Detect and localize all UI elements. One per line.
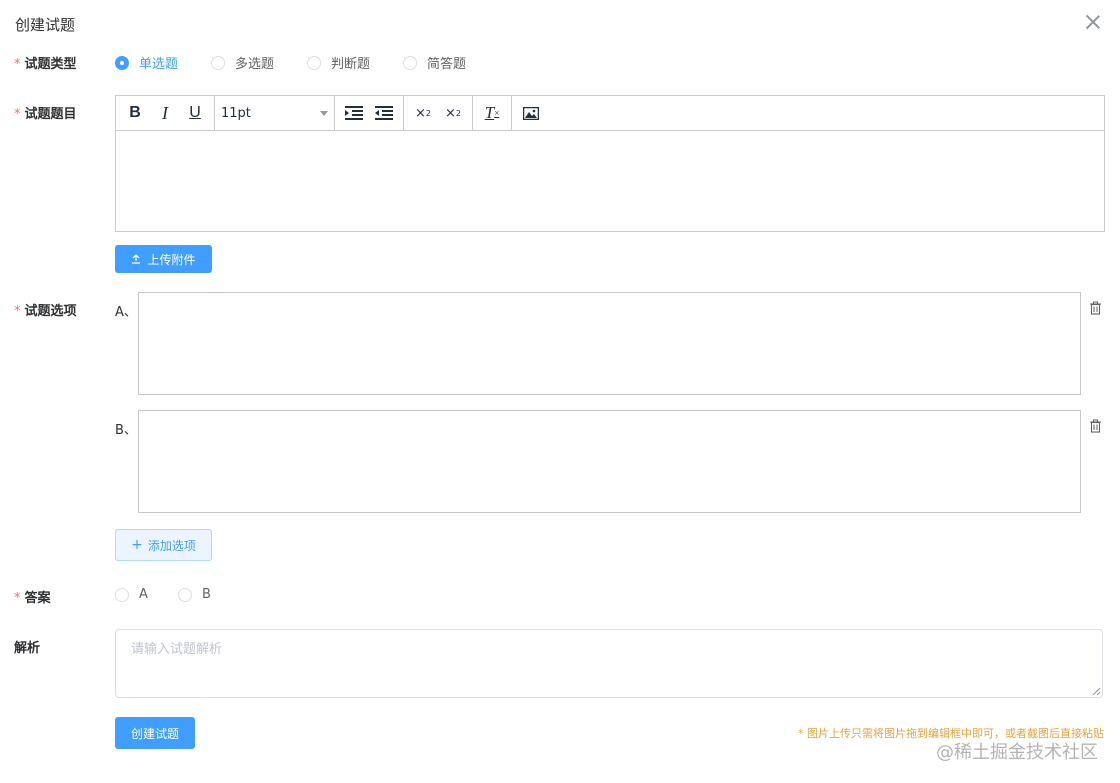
create-question-button[interactable]: 创建试题 — [115, 717, 195, 749]
radio-single-choice[interactable]: 单选题 — [115, 53, 178, 72]
option-a-editor[interactable] — [138, 292, 1081, 395]
radio-dot — [403, 55, 417, 70]
indent-icon[interactable] — [339, 98, 369, 128]
radio-dot — [307, 55, 321, 70]
upload-attachment-button[interactable]: 上传附件 — [115, 245, 212, 273]
answer-label: * 答案 — [14, 591, 51, 606]
upload-icon — [132, 254, 141, 264]
question-editor: B I U 11pt × 2 × 2 T × — [115, 95, 1105, 232]
question-type-label: * 试题类型 — [14, 57, 77, 72]
subscript-icon[interactable]: × 2 — [438, 98, 468, 128]
image-icon[interactable] — [516, 98, 546, 128]
answer-radio-a[interactable]: A — [115, 587, 148, 602]
radio-short-answer[interactable]: 简答题 — [403, 53, 466, 72]
editor-content-area[interactable] — [116, 131, 1104, 231]
font-size-select[interactable]: 11pt — [215, 96, 335, 130]
clear-format-icon[interactable]: T × — [477, 98, 507, 128]
italic-icon[interactable]: I — [150, 98, 180, 128]
option-b-editor[interactable] — [138, 410, 1081, 513]
indent-group — [335, 96, 404, 130]
image-group — [512, 96, 550, 130]
dialog-title: 创建试题 — [15, 16, 76, 34]
option-letter-b: B、 — [115, 423, 137, 438]
clear-group: T × — [473, 96, 512, 130]
bold-icon[interactable]: B — [120, 98, 150, 128]
add-option-button[interactable]: + 添加选项 — [115, 529, 212, 561]
chevron-down-icon — [320, 110, 328, 116]
format-group: B I U — [116, 96, 215, 130]
superscript-icon[interactable]: × 2 — [408, 98, 438, 128]
outdent-icon[interactable] — [369, 98, 399, 128]
question-options-label: * 试题选项 — [14, 304, 77, 319]
answer-radio-b[interactable]: B — [178, 587, 211, 602]
analysis-textarea[interactable]: 请输入试题解析 — [115, 629, 1103, 698]
option-letter-a: A、 — [115, 305, 137, 320]
radio-dot — [178, 587, 192, 602]
plus-icon: + — [131, 537, 143, 553]
radio-dot — [211, 55, 225, 70]
resize-grip-icon[interactable] — [1092, 687, 1100, 695]
analysis-label: 解析 — [14, 641, 41, 656]
radio-true-false[interactable]: 判断题 — [307, 53, 370, 72]
close-icon[interactable] — [1085, 14, 1101, 30]
question-stem-label: * 试题题目 — [14, 107, 77, 122]
delete-option-b-icon[interactable] — [1089, 419, 1102, 433]
editor-toolbar: B I U 11pt × 2 × 2 T × — [116, 96, 1104, 131]
script-group: × 2 × 2 — [404, 96, 473, 130]
underline-icon[interactable]: U — [180, 98, 210, 128]
watermark: @稀土掘金技术社区 — [936, 742, 1098, 763]
radio-dot — [115, 55, 129, 70]
analysis-placeholder: 请输入试题解析 — [131, 642, 223, 657]
radio-multiple-choice[interactable]: 多选题 — [211, 53, 274, 72]
radio-dot — [115, 587, 129, 602]
delete-option-a-icon[interactable] — [1089, 301, 1102, 315]
